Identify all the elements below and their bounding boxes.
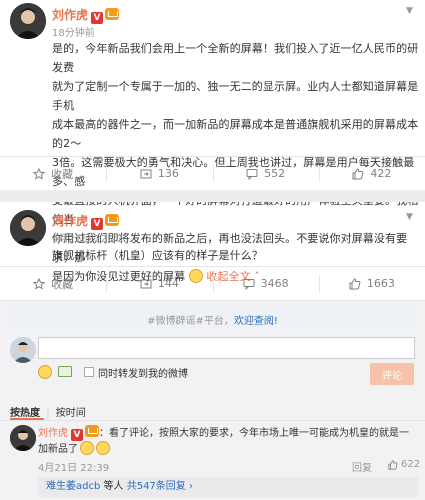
author-avatar[interactable] xyxy=(10,3,46,39)
comment-body: 刘作虎 V ：看了评论，按照大家的要求，今年市场上唯一可能成为机皇的就是一加新品了 xyxy=(38,425,418,457)
feed-separator xyxy=(0,190,425,202)
like-button[interactable]: 1663 xyxy=(318,267,425,300)
vip-crown-icon xyxy=(105,8,120,20)
author-line: 刘作虎 V xyxy=(52,212,120,230)
comment-like-button[interactable]: 622 xyxy=(388,459,420,470)
chevron-right-icon[interactable]: › xyxy=(186,481,193,492)
like-count: 1663 xyxy=(366,277,395,290)
sort-tabs: 按热度 | 按时间 xyxy=(10,404,86,419)
emoji-icon[interactable] xyxy=(38,365,52,379)
favorite-label: 收藏 xyxy=(51,277,74,291)
comment-like-count: 622 xyxy=(401,459,421,470)
thumbs-up-icon xyxy=(388,459,398,470)
grin-emoji-icon xyxy=(80,441,94,455)
post-time[interactable]: 4月21日 22:23 xyxy=(52,230,123,245)
author-name[interactable]: 刘作虎 xyxy=(52,214,88,228)
rumor-notice: #微博辟谣#平台， 欢迎查阅! xyxy=(10,308,415,330)
reply-user[interactable]: 难生萎adcb xyxy=(46,481,100,492)
notice-text: #微博辟谣#平台， xyxy=(147,315,234,327)
thumbs-up-icon xyxy=(349,277,361,290)
comment-count: 3468 xyxy=(260,277,289,290)
comment-time: 4月21日 22:39 xyxy=(38,463,110,474)
repost-checkbox[interactable] xyxy=(84,367,94,377)
reply-button[interactable]: 回复 xyxy=(352,459,372,474)
repost-checkbox-label: 同时转发到我的微博 xyxy=(98,369,188,380)
comment-input[interactable] xyxy=(38,337,415,359)
like-count: 422 xyxy=(370,167,392,180)
author-avatar[interactable] xyxy=(10,210,46,246)
repost-button[interactable]: 136 xyxy=(106,157,212,190)
comment-button[interactable]: 552 xyxy=(212,157,319,190)
grin-emoji-icon xyxy=(96,441,110,455)
tab-by-time[interactable]: 按时间 xyxy=(56,408,86,419)
repost-icon xyxy=(140,168,152,180)
post-2: 刘作虎 V 4月21日 22:23 ▼ 旗舰机标杆（机皇）应该有的样子是什么？ 收… xyxy=(0,202,425,500)
verified-icon: V xyxy=(91,218,104,230)
post-text: 旗舰机标杆（机皇）应该有的样子是什么？ xyxy=(52,249,263,262)
post-1-action-bar: 收藏 136 552 422 xyxy=(0,156,425,190)
replies-box[interactable]: 难生萎adcb 等人 共547条回复 › xyxy=(38,477,418,497)
comment-count: 552 xyxy=(264,167,286,180)
repost-icon xyxy=(140,278,152,290)
favorite-label: 收藏 xyxy=(51,167,74,181)
favorite-button[interactable]: 收藏 xyxy=(0,157,106,190)
thumbs-up-icon xyxy=(352,167,364,180)
favorite-button[interactable]: 收藏 xyxy=(0,267,106,300)
post-text-line: 就为了定制一个专属于一加的、独一无二的显示屏。业内人士都知道屏幕是手机 xyxy=(52,80,419,112)
comment-area: #微博辟谣#平台， 欢迎查阅! 同时转发到我的微博 评论 按热度 | 按时间 刘作… xyxy=(0,300,425,500)
vip-crown-icon xyxy=(85,425,99,437)
chevron-down-icon[interactable]: ▼ xyxy=(406,212,413,222)
post-2-action-bar: 收藏 144 3468 1663 xyxy=(0,266,425,300)
commenter-name[interactable]: 刘作虎 xyxy=(38,428,68,439)
submit-comment-button[interactable]: 评论 xyxy=(370,363,414,385)
comment-icon xyxy=(243,278,255,290)
notice-link[interactable]: 欢迎查阅! xyxy=(234,312,278,327)
vip-crown-icon xyxy=(105,214,120,226)
divider xyxy=(0,420,425,421)
star-icon xyxy=(33,167,46,180)
star-icon xyxy=(33,277,46,290)
my-avatar[interactable] xyxy=(10,337,36,363)
comment-button[interactable]: 3468 xyxy=(212,267,319,300)
tab-divider: | xyxy=(46,408,50,419)
commenter-avatar[interactable] xyxy=(10,425,36,451)
author-line: 刘作虎 V xyxy=(52,6,120,24)
replies-suffix: 等人 xyxy=(103,481,124,492)
post-1: 刘作虎 V 18分钟前 ▼ 是的，今年新品我们会用上一个全新的屏幕！我们投入了近一… xyxy=(0,0,425,283)
repost-button[interactable]: 144 xyxy=(106,267,212,300)
repost-count: 144 xyxy=(157,277,179,290)
image-icon[interactable] xyxy=(58,366,72,377)
author-name[interactable]: 刘作虎 xyxy=(52,8,88,22)
post-text-line: 是的，今年新品我们会用上一个全新的屏幕！我们投入了近一亿人民币的研发费 xyxy=(52,42,419,74)
repost-count: 136 xyxy=(157,167,179,180)
post-text-line: 成本最高的器件之一，而一加新品的屏幕成本是普通旗舰机采用的屏幕成本的2～ xyxy=(52,118,419,150)
replies-count-link[interactable]: 共547条回复 xyxy=(127,481,186,492)
chevron-down-icon[interactable]: ▼ xyxy=(406,6,413,16)
like-button[interactable]: 422 xyxy=(318,157,425,190)
comment-icon xyxy=(246,168,258,180)
post-time[interactable]: 18分钟前 xyxy=(52,24,95,39)
verified-icon: V xyxy=(91,12,104,24)
verified-icon: V xyxy=(71,429,83,441)
